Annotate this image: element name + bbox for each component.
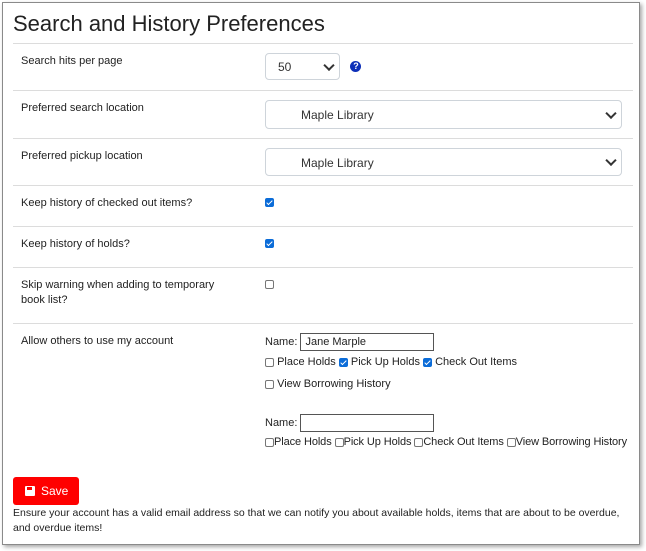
allow-others-row: Allow others to use my account Name: Jan… xyxy=(13,323,633,464)
proxy-borrowing-row: View Borrowing History xyxy=(265,378,391,390)
check-out-items-checkbox[interactable] xyxy=(423,357,433,367)
proxy-name-row: Name: Jane Marple xyxy=(265,333,435,351)
proxy2-name-label: Name: xyxy=(265,416,298,429)
proxy-permissions-row: Place Holds Pick Up Holds Check Out Item… xyxy=(265,356,517,368)
history-checkout-checkbox[interactable] xyxy=(265,198,274,208)
chevron-down-icon xyxy=(605,107,617,119)
place-holds-label: Place Holds xyxy=(277,356,336,368)
skip-warning-label: Skip warning when adding to temporary bo… xyxy=(21,279,215,306)
check-out-items-label: Check Out Items xyxy=(435,356,518,368)
history-holds-row: Keep history of holds? xyxy=(13,226,633,268)
email-notice: Ensure your account has a valid email ad… xyxy=(13,507,620,534)
history-holds-label: Keep history of holds? xyxy=(21,238,130,250)
hits-per-page-select[interactable]: 50 xyxy=(265,53,340,80)
search-location-row: Preferred search location Maple Library xyxy=(13,90,633,139)
chevron-down-icon xyxy=(323,59,335,71)
pickup-location-select[interactable]: Maple Library xyxy=(265,148,622,176)
pick-up-holds-label: Pick Up Holds xyxy=(350,356,420,368)
view-borrowing-history-checkbox[interactable] xyxy=(265,379,274,389)
hits-per-page-row: Search hits per page 50 ? xyxy=(13,43,633,91)
hits-per-page-value: 50 xyxy=(278,60,292,74)
search-location-value: Maple Library xyxy=(301,108,374,122)
search-location-label: Preferred search location xyxy=(21,102,144,114)
save-icon xyxy=(25,486,35,496)
hits-per-page-label: Search hits per page xyxy=(21,55,123,67)
proxy2-check-out-items-checkbox[interactable] xyxy=(414,437,424,447)
pick-up-holds-checkbox[interactable] xyxy=(338,357,348,367)
page-title: Search and History Preferences xyxy=(13,11,325,36)
help-icon[interactable]: ? xyxy=(350,61,362,72)
proxy2-pick-up-holds-label: Pick Up Holds xyxy=(343,436,412,448)
proxy2-view-borrowing-history-label: View Borrowing History xyxy=(515,436,628,448)
proxy-name-input[interactable]: Jane Marple xyxy=(300,333,435,351)
pickup-location-value: Maple Library xyxy=(301,156,374,170)
skip-warning-row: Skip warning when adding to temporary bo… xyxy=(13,267,633,324)
place-holds-checkbox[interactable] xyxy=(265,357,274,367)
proxy2-name-row: Name: xyxy=(265,414,435,432)
allow-others-label: Allow others to use my account xyxy=(21,335,174,347)
proxy2-place-holds-checkbox[interactable] xyxy=(265,437,274,447)
history-checkout-label: Keep history of checked out items? xyxy=(21,197,193,209)
proxy2-permissions-row: Place Holds Pick Up Holds Check Out Item… xyxy=(265,436,627,448)
proxy2-view-borrowing-history-checkbox[interactable] xyxy=(506,437,516,447)
proxy2-name-input[interactable] xyxy=(300,414,435,432)
save-button[interactable]: Save xyxy=(13,477,79,505)
proxy2-check-out-items-label: Check Out Items xyxy=(423,436,504,448)
pickup-location-row: Preferred pickup location Maple Library xyxy=(13,138,633,186)
chevron-down-icon xyxy=(605,154,617,167)
proxy2-place-holds-label: Place Holds xyxy=(274,436,332,448)
history-holds-checkbox[interactable] xyxy=(265,239,274,249)
pickup-location-label: Preferred pickup location xyxy=(21,150,143,162)
search-location-select[interactable]: Maple Library xyxy=(265,100,622,129)
skip-warning-checkbox[interactable] xyxy=(265,280,274,290)
history-checkout-row: Keep history of checked out items? xyxy=(13,185,633,227)
view-borrowing-history-label: View Borrowing History xyxy=(277,378,391,390)
preferences-panel: Search and History Preferences Search hi… xyxy=(2,2,640,545)
proxy-name-label: Name: xyxy=(265,335,298,348)
hits-per-page-control: 50 ? xyxy=(265,53,362,80)
proxy2-pick-up-holds-checkbox[interactable] xyxy=(334,437,344,447)
save-label: Save xyxy=(41,484,69,498)
